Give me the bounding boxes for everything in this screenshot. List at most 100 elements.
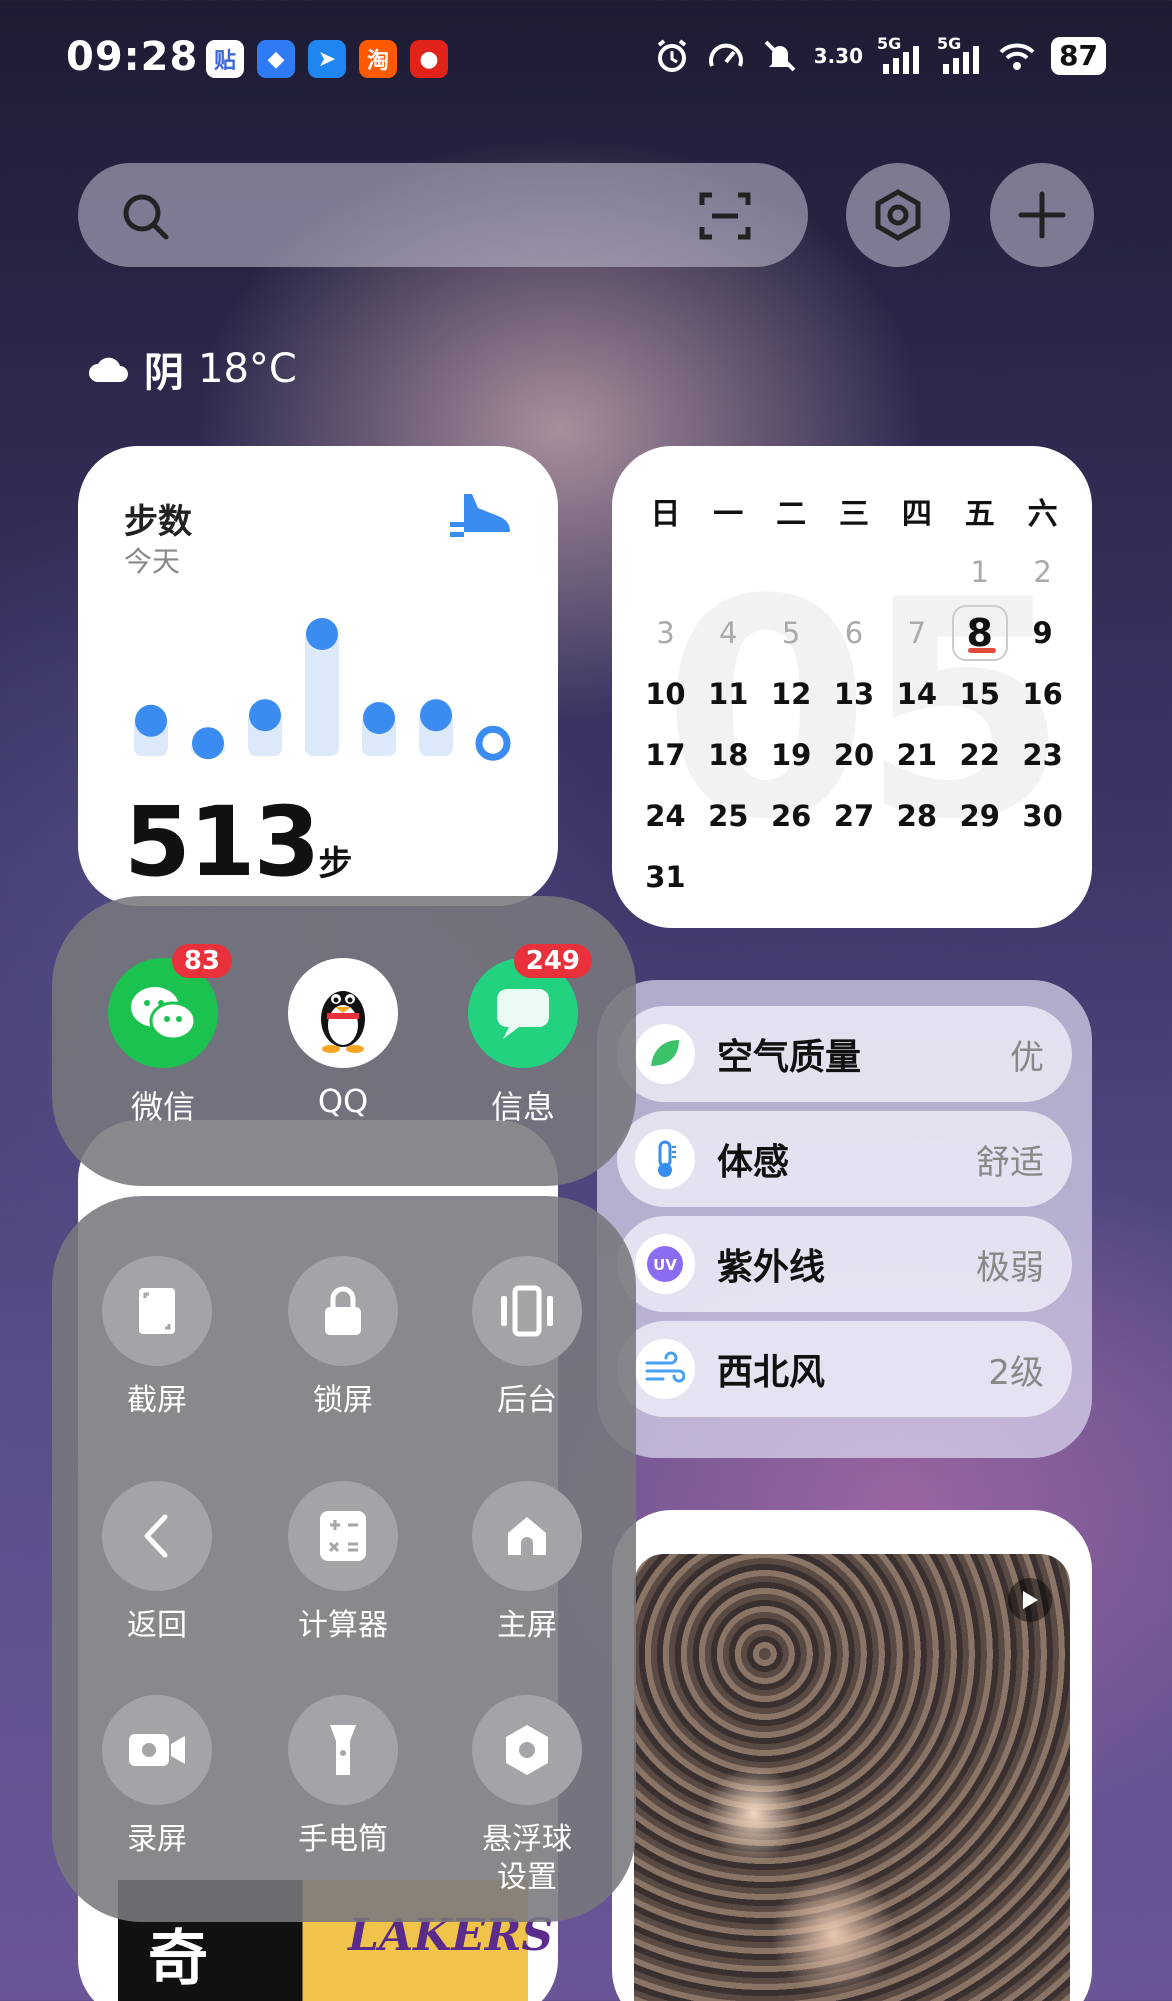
environment-widget[interactable]: 空气质量 优体感 舒适 UV 紫外线 极弱 西北风 2级 <box>597 980 1092 1458</box>
environment-row[interactable]: 空气质量 优 <box>617 1006 1072 1102</box>
steps-bar-chart <box>134 618 511 761</box>
tieba-icon: 贴 <box>206 40 244 78</box>
calendar-day[interactable]: 28 <box>885 785 948 846</box>
calendar-day[interactable]: 17 <box>634 724 697 785</box>
calendar-day[interactable]: 10 <box>634 663 697 724</box>
calendar-day[interactable]: 3 <box>634 602 697 663</box>
calendar-day[interactable]: 9 <box>1011 602 1074 663</box>
calendar-day[interactable]: 25 <box>697 785 760 846</box>
quick-action-flashlight[interactable]: 手电筒 <box>268 1695 418 1859</box>
svg-text:UV: UV <box>653 1256 677 1274</box>
app-label: 信息 <box>490 1088 555 1126</box>
scan-icon[interactable] <box>698 189 752 243</box>
calendar-weekday: 一 <box>713 496 744 532</box>
quick-action-back[interactable]: 返回 <box>82 1481 232 1645</box>
environment-value: 极弱 <box>976 1247 1044 1288</box>
calendar-day[interactable]: 6 <box>823 602 886 663</box>
calendar-day[interactable]: 15 <box>948 663 1011 724</box>
app-label: 微信 <box>130 1088 195 1126</box>
calendar-day[interactable]: 19 <box>760 724 823 785</box>
shoe-icon <box>450 494 510 537</box>
weather-summary[interactable]: 阴 18°C <box>88 340 297 398</box>
quick-action-label: 截屏 <box>127 1383 187 1418</box>
app-message[interactable]: 249 信息 <box>458 944 592 1128</box>
environment-row[interactable]: 西北风 2级 <box>617 1321 1072 1417</box>
calendar-day-today[interactable]: 8 <box>948 602 1011 663</box>
settings-button[interactable] <box>846 163 950 267</box>
calendar-day[interactable]: 18 <box>697 724 760 785</box>
calendar-day[interactable] <box>885 541 948 602</box>
calendar-day[interactable]: 12 <box>760 663 823 724</box>
calendar-day[interactable]: 11 <box>697 663 760 724</box>
steps-subtitle: 今天 <box>124 545 181 578</box>
plus-icon <box>1018 191 1066 239</box>
calendar-day[interactable] <box>634 541 697 602</box>
play-button[interactable] <box>1008 1578 1052 1622</box>
calendar-day[interactable]: 26 <box>760 785 823 846</box>
environment-row[interactable]: 体感 舒适 <box>617 1111 1072 1207</box>
calendar-day[interactable]: 16 <box>1011 663 1074 724</box>
add-button[interactable] <box>990 163 1094 267</box>
browser-icon: ◆ <box>257 40 295 78</box>
calendar-weekday: 日 <box>650 496 681 532</box>
calendar-day[interactable]: 23 <box>1011 724 1074 785</box>
lock-icon <box>288 1256 398 1366</box>
weather-temp: 18°C <box>198 346 297 392</box>
app-qq-penguin[interactable]: QQ <box>278 958 408 1120</box>
calendar-widget[interactable]: 05 日一二三四五六 1 2 3 4 5 6 7 8 9 10 11 12 13 14 15 16 17 18 19 2… <box>612 446 1092 928</box>
photo-image[interactable] <box>634 1554 1070 2001</box>
wind-icon <box>635 1339 695 1399</box>
steps-point <box>306 618 338 650</box>
calendar-day[interactable]: 5 <box>760 602 823 663</box>
calendar-day[interactable]: 24 <box>634 785 697 846</box>
alarm-icon <box>657 39 686 72</box>
calendar-weekday: 三 <box>838 496 869 532</box>
app-wechat[interactable]: 83 微信 <box>98 944 232 1128</box>
quick-action-calculator[interactable]: 计算器 <box>268 1481 418 1645</box>
calendar-day[interactable]: 27 <box>823 785 886 846</box>
calendar-day[interactable]: 13 <box>823 663 886 724</box>
search-bar[interactable] <box>78 163 808 267</box>
photo-widget[interactable] <box>612 1510 1092 2001</box>
calendar-day[interactable]: 14 <box>885 663 948 724</box>
calendar-day[interactable]: 31 <box>634 846 697 907</box>
quick-action-label: 悬浮球 设置 <box>482 1822 572 1895</box>
calendar-day[interactable]: 4 <box>697 602 760 663</box>
calendar-day[interactable]: 22 <box>948 724 1011 785</box>
quick-action-label: 录屏 <box>127 1822 187 1857</box>
calendar-day[interactable]: 21 <box>885 724 948 785</box>
quick-action-recents[interactable]: 后台 <box>452 1256 602 1420</box>
app-label: QQ <box>317 1082 369 1120</box>
float-ball-settings-icon <box>472 1695 582 1805</box>
calendar-day[interactable]: 29 <box>948 785 1011 846</box>
calculator-icon <box>288 1481 398 1591</box>
environment-row[interactable]: UV 紫外线 极弱 <box>617 1216 1072 1312</box>
steps-count: 513步 <box>124 786 352 898</box>
weather-condition: 阴 <box>144 350 184 396</box>
calendar-day[interactable]: 20 <box>823 724 886 785</box>
calendar-day[interactable]: 7 <box>885 602 948 663</box>
calendar-weekday: 二 <box>776 496 807 532</box>
unread-badge: 83 <box>171 944 232 978</box>
flashlight-icon <box>288 1695 398 1805</box>
search-icon <box>123 194 169 240</box>
quick-action-label: 计算器 <box>298 1608 388 1643</box>
quick-action-float-ball-settings[interactable]: 悬浮球 设置 <box>452 1695 602 1897</box>
environment-value: 舒适 <box>976 1142 1044 1183</box>
calendar-weekday: 六 <box>1027 496 1058 532</box>
calendar-weekday: 五 <box>964 496 995 532</box>
calendar-day[interactable]: 1 <box>948 541 1011 602</box>
calendar-day[interactable] <box>697 541 760 602</box>
floating-quick-actions-panel: 截屏 锁屏 后台返回 计算器 主屏录屏 手电筒 悬浮球 设置 <box>52 1196 636 1922</box>
calendar-day[interactable] <box>823 541 886 602</box>
quick-action-screen-record[interactable]: 录屏 <box>82 1695 232 1859</box>
steps-point <box>192 727 224 760</box>
calendar-day[interactable]: 30 <box>1011 785 1074 846</box>
steps-widget[interactable]: 步数 今天 513步 <box>78 446 558 906</box>
quick-action-screenshot[interactable]: 截屏 <box>82 1256 232 1420</box>
quick-action-lock[interactable]: 锁屏 <box>268 1256 418 1420</box>
calendar-day[interactable] <box>760 541 823 602</box>
floating-apps-panel: 83 微信 QQ 249 信息 <box>52 896 636 1186</box>
quick-action-home[interactable]: 主屏 <box>452 1481 602 1645</box>
calendar-day[interactable]: 2 <box>1011 541 1074 602</box>
